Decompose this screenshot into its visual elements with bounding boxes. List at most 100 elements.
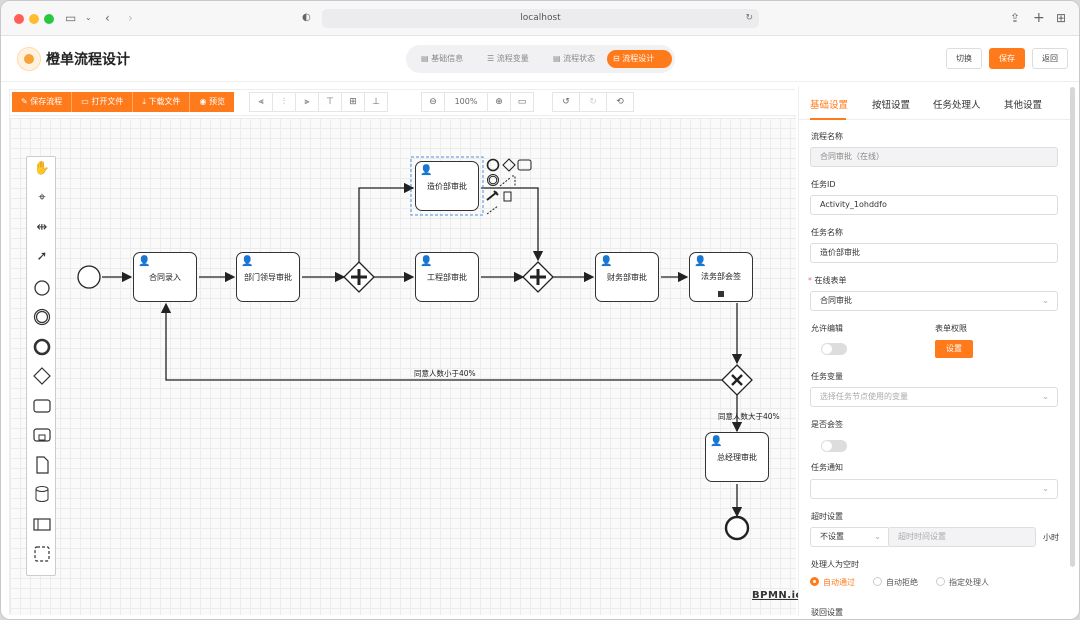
address-bar[interactable]: localhost ↻ (322, 9, 759, 28)
reset-icon[interactable]: ⟲ (606, 92, 634, 112)
flow-label-less[interactable]: 同意人数小于40% (414, 368, 476, 379)
browser-window: ▭ ⌄ ‹ › ◐ localhost ↻ ⇪ + ⊞ 橙单流程设计 ▤ 基础信息… (0, 0, 1080, 620)
fit-view-icon[interactable]: ▭ (510, 92, 534, 112)
chevron-down-icon: ⌄ (1042, 296, 1049, 305)
task-engineering[interactable]: 👤 工程部审批 (415, 252, 479, 302)
align-tools: ⫷ ⫶ ⫸ ⊤ ⊞ ⊥ (249, 92, 388, 112)
file-actions: ✎ 保存流程 ▭ 打开文件 ⤓ 下载文件 ◉ 预览 (12, 92, 234, 112)
switch-button[interactable]: 切换 (946, 48, 982, 69)
save-button[interactable]: 保存 (989, 48, 1025, 69)
minimize-window-button[interactable] (29, 14, 39, 24)
step-flow-design[interactable]: ⊟ 流程设计 (607, 50, 672, 68)
user-task-icon: 👤 (420, 165, 433, 176)
task-cost-dept[interactable]: 👤 造价部审批 (415, 161, 479, 211)
bpmn-editor: ✎ 保存流程 ▭ 打开文件 ⤓ 下载文件 ◉ 预览 ⫷ ⫶ ⫸ ⊤ ⊞ ⊥ ⊖ … (9, 89, 802, 615)
allow-edit-toggle[interactable] (821, 343, 847, 355)
align-bottom-icon[interactable]: ⊥ (364, 92, 388, 112)
timeout-select[interactable]: 不设置 ⌄ (810, 527, 890, 547)
tab-task-handler[interactable]: 任务处理人 (933, 97, 981, 111)
zoom-tools: ⊖ 100% ⊕ ▭ (421, 92, 534, 112)
form-permission-set-button[interactable]: 设置 (935, 340, 973, 358)
close-window-button[interactable] (14, 14, 24, 24)
countersign-toggle[interactable] (821, 440, 847, 452)
list-icon: ☰ (487, 54, 497, 63)
app-header: 橙单流程设计 ▤ 基础信息 ☰ 流程变量 ▤ 流程状态 ⊟ 流程设计 切换 保存… (1, 36, 1079, 82)
reject-settings-label: 驳回设置 (811, 608, 843, 616)
online-form-label: * 在线表单 (808, 276, 847, 285)
flow-label-greater[interactable]: 同意人数大于40% (718, 411, 780, 422)
share-icon[interactable]: ⇪ (1010, 10, 1020, 26)
task-finance[interactable]: 👤 财务部审批 (595, 252, 659, 302)
start-event[interactable] (77, 265, 101, 289)
preview-button[interactable]: ◉ 预览 (190, 92, 234, 112)
radio-auto-reject[interactable]: 自动拒绝 (873, 577, 918, 588)
redo-icon[interactable]: ↻ (579, 92, 607, 112)
tab-overview-icon[interactable]: ⊞ (1056, 10, 1066, 26)
flow-name-label: 流程名称 (811, 132, 843, 141)
task-id-field[interactable]: Activity_1ohddfo (810, 195, 1058, 215)
align-middle-icon[interactable]: ⊞ (341, 92, 365, 112)
tab-button-settings[interactable]: 按钮设置 (872, 97, 910, 111)
align-center-icon[interactable]: ⫶ (272, 92, 296, 112)
editor-toolbar: ✎ 保存流程 ▭ 打开文件 ⤓ 下载文件 ◉ 预览 ⫷ ⫶ ⫸ ⊤ ⊞ ⊥ ⊖ … (10, 90, 796, 116)
bpmn-io-watermark[interactable]: BPMN.io (752, 590, 803, 601)
task-contract-entry[interactable]: 👤 合同录入 (133, 252, 197, 302)
open-file-button[interactable]: ▭ 打开文件 (72, 92, 134, 112)
user-task-icon: 👤 (600, 256, 613, 267)
new-tab-icon[interactable]: + (1033, 10, 1045, 26)
shield-icon: ◐ (302, 12, 311, 23)
user-task-icon: 👤 (138, 256, 151, 267)
zoom-in-icon[interactable]: ⊕ (487, 92, 511, 112)
radio-assign-handler[interactable]: 指定处理人 (936, 577, 989, 588)
form-permission-label: 表单权限 (935, 324, 967, 333)
align-left-icon[interactable]: ⫷ (249, 92, 273, 112)
task-id-label: 任务ID (811, 180, 836, 189)
back-button[interactable]: 返回 (1032, 48, 1068, 69)
align-top-icon[interactable]: ⊤ (318, 92, 342, 112)
doc-icon: ▤ (421, 54, 432, 63)
online-form-select[interactable]: 合同审批 ⌄ (810, 291, 1058, 311)
panel-scrollbar[interactable] (1070, 87, 1075, 567)
download-file-button[interactable]: ⤓ 下载文件 (133, 92, 191, 112)
diagram-canvas[interactable]: ✋ ⌖ ⇹ ➚ 👤 合同录入 👤 部门领导审批 👤 造价部审批 👤 工程部审批 … (10, 118, 802, 615)
task-variables-select[interactable]: 选择任务节点使用的变量 ⌄ (810, 387, 1058, 407)
chevron-down-icon: ⌄ (874, 532, 881, 541)
context-pad[interactable] (486, 158, 532, 215)
url-text: localhost (520, 13, 561, 23)
active-tab-indicator (810, 118, 846, 120)
chevron-down-icon[interactable]: ⌄ (85, 10, 92, 26)
end-event[interactable] (724, 515, 750, 541)
parallel-gateway-join[interactable] (522, 261, 554, 293)
timeout-hours-input[interactable]: 超时时间设置 (888, 527, 1036, 547)
reload-icon[interactable]: ↻ (745, 9, 753, 28)
back-arrow-icon[interactable]: ‹ (105, 10, 110, 26)
multi-instance-icon (718, 291, 724, 297)
user-task-icon: 👤 (694, 256, 707, 267)
task-notice-select[interactable]: ⌄ (810, 479, 1058, 499)
task-legal[interactable]: 👤 法务部会签 (689, 252, 753, 302)
maximize-window-button[interactable] (44, 14, 54, 24)
task-dept-leader[interactable]: 👤 部门领导审批 (236, 252, 300, 302)
step-flow-variables[interactable]: ☰ 流程变量 (481, 50, 535, 68)
task-notice-label: 任务通知 (811, 463, 843, 472)
flow-name-field[interactable]: 合同审批（在线） (810, 147, 1058, 167)
user-task-icon: 👤 (420, 256, 433, 267)
parallel-gateway-split[interactable] (343, 261, 375, 293)
step-basic-info[interactable]: ▤ 基础信息 (415, 50, 469, 68)
tab-basic-settings[interactable]: 基础设置 (810, 97, 848, 111)
align-right-icon[interactable]: ⫸ (295, 92, 319, 112)
exclusive-gateway[interactable] (721, 364, 753, 396)
radio-auto-pass[interactable]: 自动通过 (810, 577, 855, 588)
step-flow-status[interactable]: ▤ 流程状态 (547, 50, 601, 68)
tab-other-settings[interactable]: 其他设置 (1004, 97, 1042, 111)
task-general-manager[interactable]: 👤 总经理审批 (705, 432, 769, 482)
doc-icon: ▤ (553, 54, 564, 63)
zoom-out-icon[interactable]: ⊖ (421, 92, 445, 112)
step-navigator: ▤ 基础信息 ☰ 流程变量 ▤ 流程状态 ⊟ 流程设计 (406, 45, 675, 73)
sidebar-toggle-icon[interactable]: ▭ (65, 10, 76, 26)
forward-arrow-icon[interactable]: › (128, 10, 133, 26)
save-flow-button[interactable]: ✎ 保存流程 (12, 92, 73, 112)
undo-icon[interactable]: ↺ (552, 92, 580, 112)
task-name-field[interactable]: 造价部审批 (810, 243, 1058, 263)
radio-checked-icon (810, 577, 819, 586)
